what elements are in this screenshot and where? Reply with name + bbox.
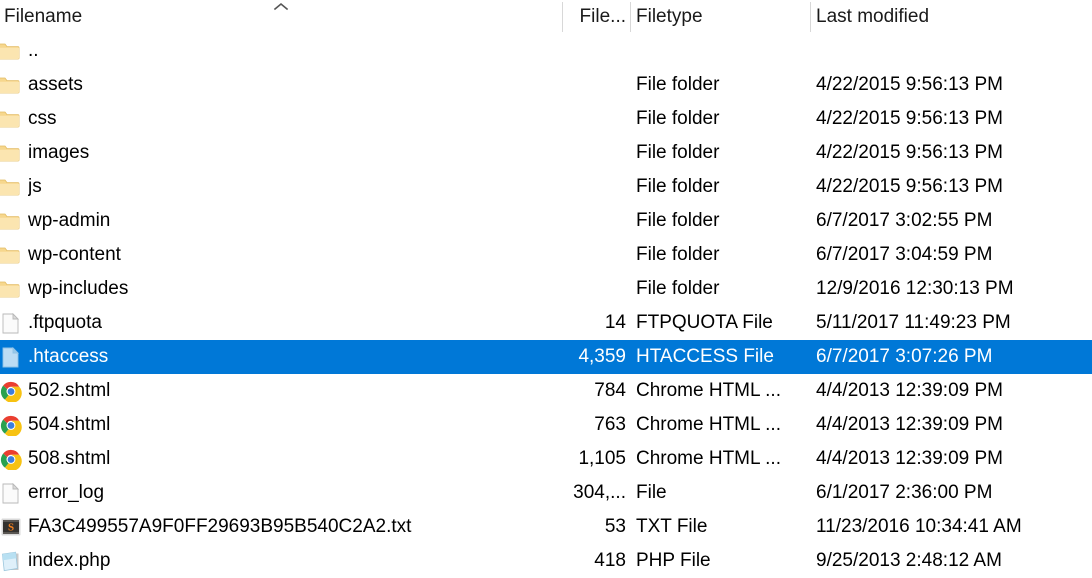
column-divider-2[interactable] bbox=[630, 2, 631, 32]
php-file-icon bbox=[0, 551, 22, 572]
cell-filetype: FTPQUOTA File bbox=[636, 312, 773, 333]
cell-modified: 4/22/2015 9:56:13 PM bbox=[816, 74, 1003, 95]
cell-filetype bbox=[636, 34, 804, 68]
cell-filetype: File folder bbox=[636, 176, 720, 197]
table-row[interactable]: assets File folder 4/22/2015 9:56:13 PM bbox=[0, 68, 1092, 102]
folder-icon bbox=[0, 245, 22, 266]
cell-filesize: 1,105 bbox=[578, 448, 626, 469]
cell-modified: 6/7/2017 3:07:26 PM bbox=[816, 346, 993, 367]
table-row[interactable]: wp-admin File folder 6/7/2017 3:02:55 PM bbox=[0, 204, 1092, 238]
cell-filesize: 418 bbox=[594, 550, 626, 571]
table-row[interactable]: index.php 418 PHP File 9/25/2013 2:48:12 AM bbox=[0, 544, 1092, 578]
table-row[interactable]: css File folder 4/22/2015 9:56:13 PM bbox=[0, 102, 1092, 136]
folder-icon bbox=[0, 75, 22, 96]
cell-filetype: Chrome HTML ... bbox=[636, 380, 781, 401]
cell-filetype: File folder bbox=[636, 244, 720, 265]
cell-filetype: File folder bbox=[636, 108, 720, 129]
cell-filesize bbox=[470, 204, 626, 238]
folder-icon bbox=[0, 143, 22, 164]
folder-icon bbox=[0, 211, 22, 232]
cell-filetype: File folder bbox=[636, 74, 720, 95]
table-row[interactable]: .ftpquota 14 FTPQUOTA File 5/11/2017 11:49:… bbox=[0, 306, 1092, 340]
table-row[interactable]: .. bbox=[0, 34, 1092, 68]
cell-modified: 5/11/2017 11:49:23 PM bbox=[816, 312, 1011, 333]
cell-filesize: 763 bbox=[594, 414, 626, 435]
cell-filesize: 784 bbox=[594, 380, 626, 401]
table-row[interactable]: 508.shtml 1,105 Chrome HTML ... 4/4/2013 12… bbox=[0, 442, 1092, 476]
generic-file-icon bbox=[0, 483, 22, 504]
cell-filetype: TXT File bbox=[636, 516, 708, 537]
column-header-last-modified[interactable]: Last modified bbox=[816, 0, 1088, 34]
table-row[interactable]: error_log 304,... File 6/1/2017 2:36:00 PM bbox=[0, 476, 1092, 510]
cell-filetype: Chrome HTML ... bbox=[636, 414, 781, 435]
cell-filesize bbox=[470, 34, 626, 68]
cell-modified: 4/4/2013 12:39:09 PM bbox=[816, 380, 1003, 401]
cell-filesize bbox=[470, 136, 626, 170]
cell-filetype: File folder bbox=[636, 142, 720, 163]
table-row[interactable]: S FA3C499557A9F0FF29693B95B540C2A2.txt 53 T… bbox=[0, 510, 1092, 544]
cell-modified: 6/1/2017 2:36:00 PM bbox=[816, 482, 993, 503]
cell-modified: 4/22/2015 9:56:13 PM bbox=[816, 108, 1003, 129]
generic-file-icon bbox=[0, 313, 22, 334]
table-row[interactable]: wp-content File folder 6/7/2017 3:04:59 PM bbox=[0, 238, 1092, 272]
cell-modified: 12/9/2016 12:30:13 PM bbox=[816, 278, 1014, 299]
column-header-row: Filename File... Filetype Last modified bbox=[0, 0, 1092, 34]
cell-filesize bbox=[470, 170, 626, 204]
table-row[interactable]: 504.shtml 763 Chrome HTML ... 4/4/2013 12:3… bbox=[0, 408, 1092, 442]
cell-modified: 4/22/2015 9:56:13 PM bbox=[816, 176, 1003, 197]
folder-icon bbox=[0, 177, 22, 198]
cell-modified: 4/4/2013 12:39:09 PM bbox=[816, 448, 1003, 469]
table-row[interactable]: .htaccess 4,359 HTACCESS File 6/7/2017 3:07… bbox=[0, 340, 1092, 374]
table-row[interactable]: 502.shtml 784 Chrome HTML ... 4/4/2013 12:3… bbox=[0, 374, 1092, 408]
chrome-icon bbox=[0, 381, 22, 402]
cell-filesize: 4,359 bbox=[578, 346, 626, 367]
column-divider-3[interactable] bbox=[810, 2, 811, 32]
column-divider-1[interactable] bbox=[562, 2, 563, 32]
cell-filesize bbox=[470, 238, 626, 272]
cell-modified: 4/22/2015 9:56:13 PM bbox=[816, 142, 1003, 163]
folder-icon bbox=[0, 109, 22, 130]
chrome-icon bbox=[0, 415, 22, 436]
table-row[interactable]: wp-includes File folder 12/9/2016 12:30:13… bbox=[0, 272, 1092, 306]
column-header-filesize[interactable]: File... bbox=[566, 0, 626, 34]
chrome-icon bbox=[0, 449, 22, 470]
folder-icon bbox=[0, 279, 22, 300]
cell-modified bbox=[816, 34, 1090, 68]
cell-filesize bbox=[470, 68, 626, 102]
table-row[interactable]: js File folder 4/22/2015 9:56:13 PM bbox=[0, 170, 1092, 204]
chevron-up-icon bbox=[273, 1, 289, 13]
cell-filetype: File folder bbox=[636, 210, 720, 231]
cell-filesize bbox=[470, 272, 626, 306]
cell-modified: 9/25/2013 2:48:12 AM bbox=[816, 550, 1002, 571]
cell-filetype: HTACCESS File bbox=[636, 346, 774, 367]
cell-modified: 6/7/2017 3:04:59 PM bbox=[816, 244, 993, 265]
sublime-text-icon: S bbox=[0, 517, 22, 538]
cell-filesize: 53 bbox=[604, 516, 626, 537]
cell-filetype: Chrome HTML ... bbox=[636, 448, 781, 469]
cell-filetype: File bbox=[636, 482, 667, 503]
cell-modified: 4/4/2013 12:39:09 PM bbox=[816, 414, 1003, 435]
folder-icon bbox=[0, 41, 22, 62]
cell-filesize: 304,... bbox=[573, 482, 626, 503]
column-header-filetype[interactable]: Filetype bbox=[636, 0, 804, 34]
cell-filesize bbox=[470, 102, 626, 136]
file-listing-pane: Filename File... Filetype Last modified … bbox=[0, 0, 1092, 578]
svg-text:S: S bbox=[8, 522, 14, 534]
generic-file-icon bbox=[0, 347, 22, 368]
cell-filetype: File folder bbox=[636, 278, 720, 299]
table-row[interactable]: images File folder 4/22/2015 9:56:13 PM bbox=[0, 136, 1092, 170]
cell-modified: 11/23/2016 10:34:41 AM bbox=[816, 516, 1022, 537]
cell-modified: 6/7/2017 3:02:55 PM bbox=[816, 210, 993, 231]
file-rows: .. assets File folder 4/22/2015 9:56:13 PM c… bbox=[0, 34, 1092, 578]
cell-filesize: 14 bbox=[604, 312, 626, 333]
cell-filetype: PHP File bbox=[636, 550, 711, 571]
